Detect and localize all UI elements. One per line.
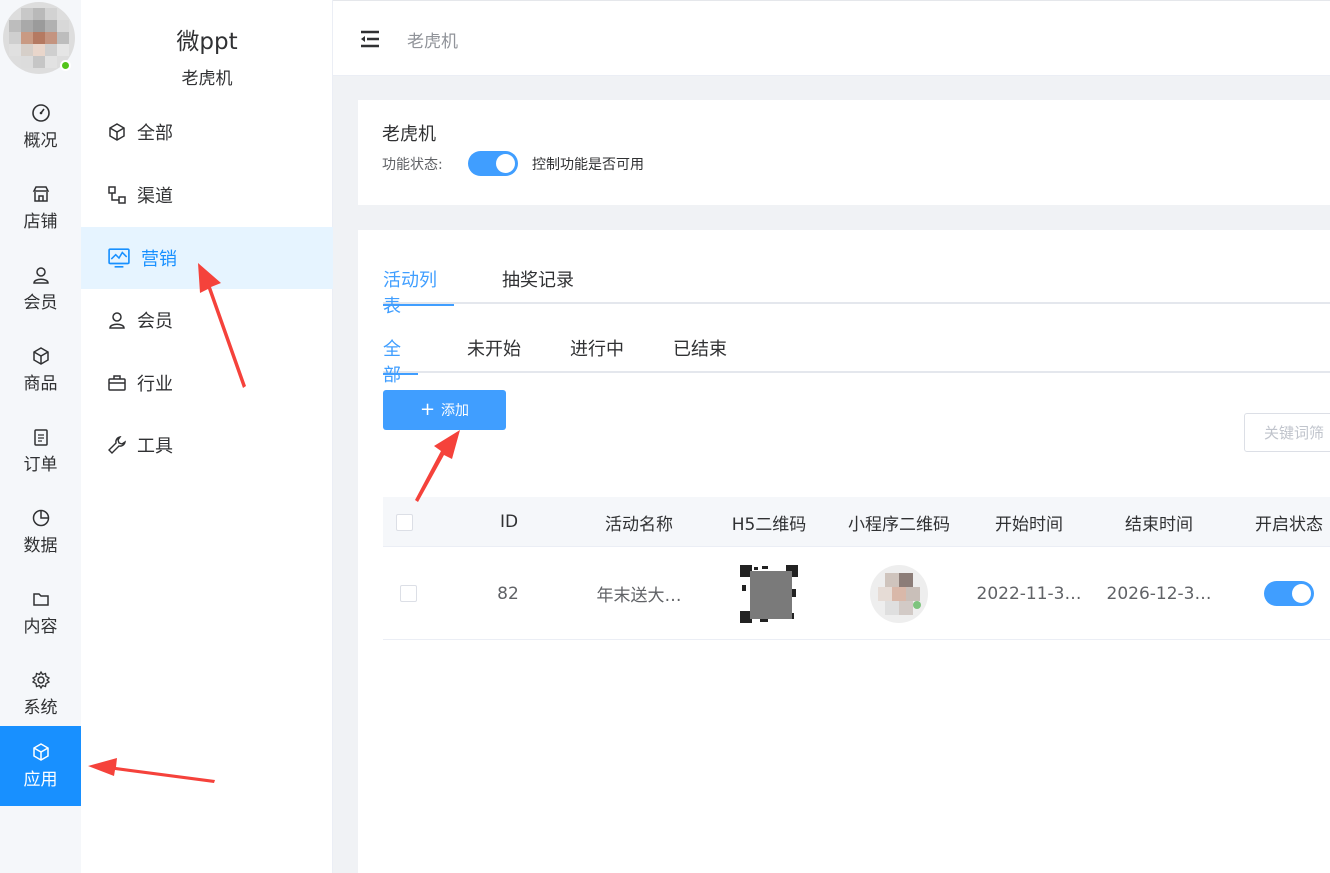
online-status-dot xyxy=(60,60,71,71)
tab-all[interactable]: 全部 xyxy=(383,335,418,386)
tab-activity-list[interactable]: 活动列表 xyxy=(383,266,454,317)
cell-mini-qr xyxy=(834,547,964,640)
add-button-label: 添加 xyxy=(441,403,470,419)
plus-icon: + xyxy=(419,399,436,420)
status-tabs: 全部 未开始 进行中 已结束 xyxy=(383,335,1330,386)
h5-qr-code-image[interactable] xyxy=(740,564,798,623)
feature-status-switch[interactable] xyxy=(468,151,518,176)
rail-item-label: 数据 xyxy=(23,536,58,556)
tab-draw-records[interactable]: 抽奖记录 xyxy=(502,266,574,304)
submenu-item-all[interactable]: 全部 xyxy=(81,101,333,163)
column-header-id[interactable]: ID xyxy=(444,497,574,547)
folder-icon xyxy=(32,593,49,606)
feature-title: 老虎机 xyxy=(382,124,436,145)
rail-item-members[interactable]: 会员 xyxy=(0,249,81,329)
submenu-item-label: 渠道 xyxy=(137,186,173,207)
dashboard-icon xyxy=(31,104,50,122)
shop-icon xyxy=(32,186,49,202)
submenu-item-tools[interactable]: 工具 xyxy=(81,414,333,476)
mini-program-qr-image[interactable] xyxy=(870,564,928,623)
row-select-cell xyxy=(383,547,433,640)
user-icon xyxy=(109,312,125,329)
rail-item-label: 系统 xyxy=(23,698,58,718)
main-tabs: 活动列表 抽奖记录 xyxy=(383,266,1330,317)
collapse-menu-icon[interactable] xyxy=(359,29,381,49)
rail-item-orders[interactable]: 订单 xyxy=(0,411,81,491)
sub-menu: 微ppt 老虎机 全部 渠道 营销 会员 行业 工具 xyxy=(81,0,333,873)
cell-id: 82 xyxy=(497,583,519,604)
submenu-item-industry[interactable]: 行业 xyxy=(81,352,333,414)
top-header: 老虎机 xyxy=(333,0,1330,76)
submenu-item-label: 行业 xyxy=(137,374,173,395)
rail-item-label: 应用 xyxy=(23,770,58,790)
cell-name[interactable]: 年末送大… xyxy=(574,547,704,640)
wrench-icon xyxy=(108,436,126,454)
cell-start-time: 2022-11-3… xyxy=(976,583,1082,604)
submenu-item-label: 营销 xyxy=(141,249,177,270)
cube-icon xyxy=(32,743,49,761)
cell-enabled xyxy=(1224,547,1330,640)
rail-item-shop[interactable]: 店铺 xyxy=(0,168,81,248)
rail-item-label: 概况 xyxy=(23,131,58,151)
submenu-item-label: 工具 xyxy=(137,436,173,457)
user-icon xyxy=(32,267,49,284)
switch-knob xyxy=(1292,584,1311,603)
app-brand: 微ppt xyxy=(176,29,238,55)
column-header-h5-qr[interactable]: H5二维码 xyxy=(704,497,834,547)
activity-list-card: 活动列表 抽奖记录 全部 未开始 进行中 已结束 + 添加 关键词筛 ID 活动… xyxy=(358,230,1330,873)
cell-end-time: 2026-12-3… xyxy=(1106,583,1212,604)
add-button[interactable]: + 添加 xyxy=(383,390,506,430)
tab-in-progress[interactable]: 进行中 xyxy=(570,335,624,373)
row-enabled-switch[interactable] xyxy=(1264,581,1314,606)
rail-item-system[interactable]: 系统 xyxy=(0,654,81,734)
submenu-item-label: 会员 xyxy=(137,311,173,332)
column-header-mini-qr[interactable]: 小程序二维码 xyxy=(834,497,964,547)
channel-icon xyxy=(108,186,126,204)
column-header-enabled[interactable]: 开启状态 xyxy=(1224,497,1330,547)
select-all-cell xyxy=(383,497,425,547)
switch-knob xyxy=(496,154,515,173)
select-all-checkbox[interactable] xyxy=(395,513,413,531)
rail-item-label: 店铺 xyxy=(23,212,58,232)
column-header-name[interactable]: 活动名称 xyxy=(574,497,704,547)
icon-rail: 概况 店铺 会员 商品 订单 数据 内容 系统 应用 xyxy=(0,0,81,873)
submenu-item-channel[interactable]: 渠道 xyxy=(81,164,333,226)
submenu-item-marketing[interactable]: 营销 xyxy=(81,227,333,289)
clipboard-icon xyxy=(33,429,48,446)
row-checkbox[interactable] xyxy=(399,585,417,602)
rail-item-label: 订单 xyxy=(23,455,58,475)
table-header: ID 活动名称 H5二维码 小程序二维码 开始时间 结束时间 开启状态 xyxy=(383,497,1330,547)
rail-item-overview[interactable]: 概况 xyxy=(0,87,81,167)
rail-item-label: 会员 xyxy=(23,293,58,313)
rail-item-label: 内容 xyxy=(23,617,58,637)
gear-icon xyxy=(31,670,50,690)
monitor-chart-icon xyxy=(108,248,130,268)
app-brand-subtitle: 老虎机 xyxy=(181,69,233,89)
cube-icon xyxy=(32,347,49,365)
column-header-start-time[interactable]: 开始时间 xyxy=(964,497,1094,547)
tab-not-started[interactable]: 未开始 xyxy=(467,335,521,373)
feature-status-hint: 控制功能是否可用 xyxy=(532,157,644,173)
rail-item-data[interactable]: 数据 xyxy=(0,492,81,572)
feature-status-label: 功能状态: xyxy=(382,157,443,173)
cell-h5-qr xyxy=(704,547,834,640)
keyword-filter-input[interactable]: 关键词筛 xyxy=(1244,413,1330,452)
submenu-item-label: 全部 xyxy=(137,123,173,144)
feature-status-card: 老虎机 功能状态: 控制功能是否可用 xyxy=(358,100,1330,205)
rail-item-apps[interactable]: 应用 xyxy=(0,726,81,806)
cube-icon xyxy=(109,123,125,141)
table-row: 82 年末送大… 2022-11-3… 2026-12-3… xyxy=(383,547,1330,640)
keyword-filter-placeholder: 关键词筛 xyxy=(1264,424,1325,442)
rail-item-content[interactable]: 内容 xyxy=(0,573,81,653)
column-header-end-time[interactable]: 结束时间 xyxy=(1094,497,1224,547)
breadcrumb: 老虎机 xyxy=(407,32,458,52)
tab-ended[interactable]: 已结束 xyxy=(673,335,727,373)
pie-chart-icon xyxy=(32,509,49,527)
rail-item-label: 商品 xyxy=(23,374,58,394)
rail-item-products[interactable]: 商品 xyxy=(0,330,81,410)
submenu-item-members[interactable]: 会员 xyxy=(81,289,333,351)
briefcase-icon xyxy=(108,375,126,391)
